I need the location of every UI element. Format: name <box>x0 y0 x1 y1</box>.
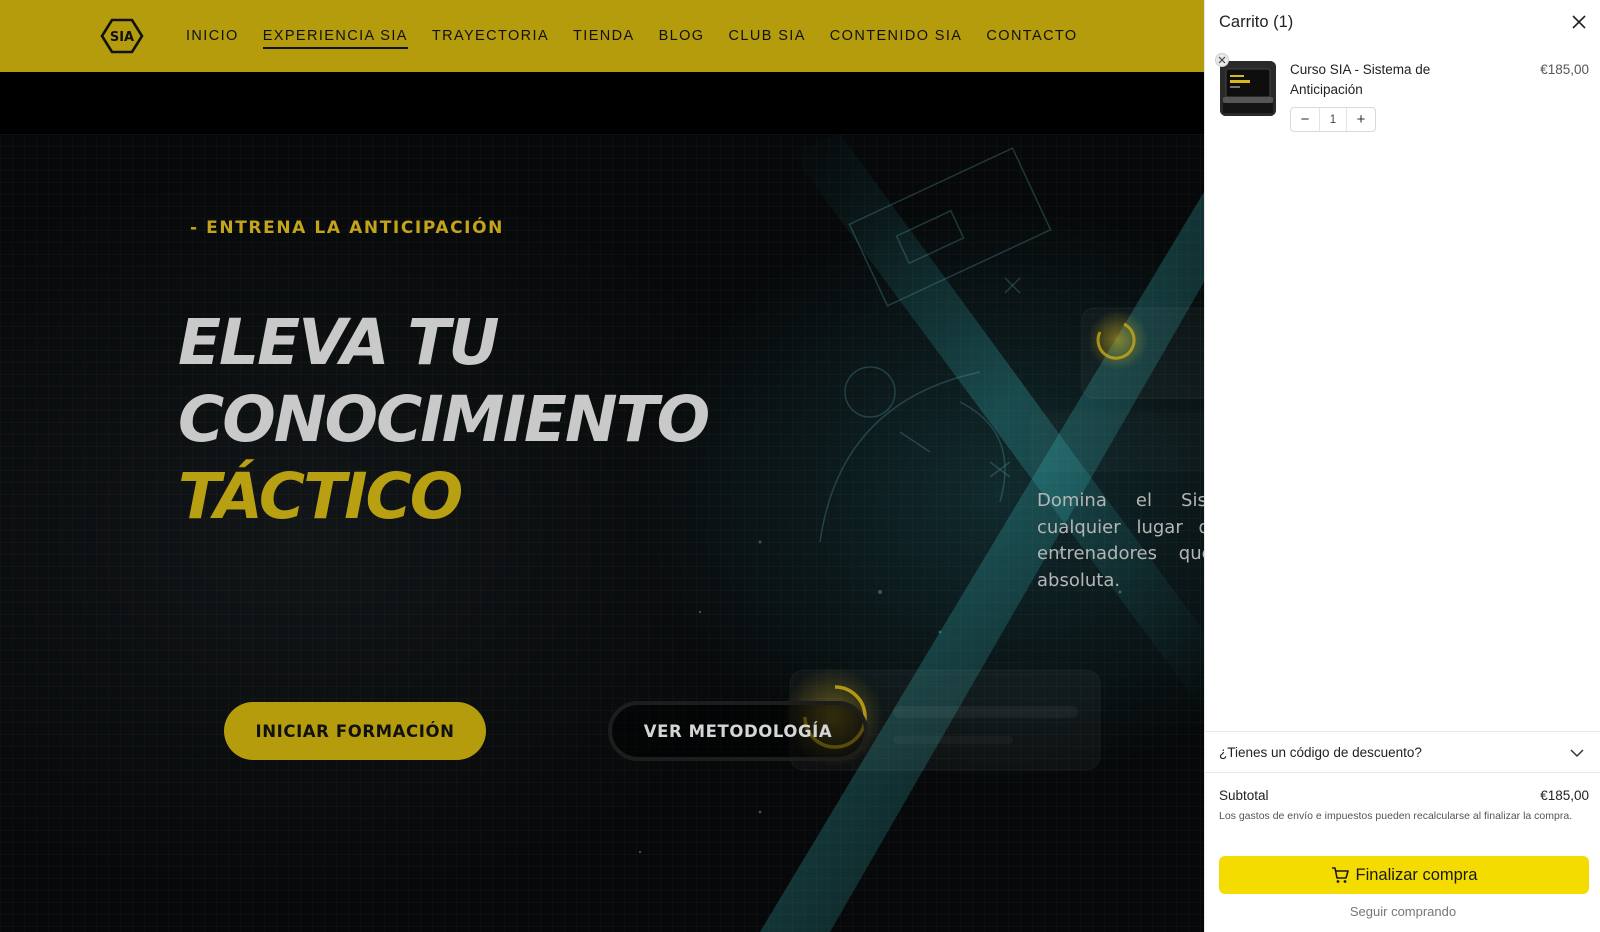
remove-x-icon <box>1218 56 1226 64</box>
cart-item-thumbnail <box>1220 61 1276 116</box>
nav-item-club-sia[interactable]: CLUB SIA <box>729 28 806 44</box>
increase-quantity-button[interactable]: + <box>1347 108 1375 131</box>
laptop-image <box>1220 61 1276 116</box>
remove-item-button[interactable] <box>1215 53 1229 67</box>
close-icon[interactable] <box>1569 12 1589 32</box>
quantity-stepper: − + <box>1290 107 1376 132</box>
cart-icon <box>1331 867 1349 883</box>
subtotal-value: €185,00 <box>1540 788 1589 803</box>
hero-description-clip: Domina el Sistema desde cualquier lugar … <box>1037 488 1227 594</box>
svg-text:SIA: SIA <box>110 30 134 45</box>
cart-item-name[interactable]: Curso SIA - Sistema de Anticipación <box>1290 60 1460 100</box>
nav-item-trayectoria[interactable]: TRAYECTORIA <box>432 28 549 44</box>
nav-item-blog[interactable]: BLOG <box>659 28 705 44</box>
decrease-quantity-button[interactable]: − <box>1291 108 1319 131</box>
nav-item-contenido-sia[interactable]: CONTENIDO SIA <box>830 28 963 44</box>
cart-title: Carrito (1) <box>1219 13 1294 31</box>
sia-logo[interactable]: SIA <box>100 18 144 54</box>
nav-item-inicio[interactable]: INICIO <box>186 28 239 44</box>
headline-line-1: ELEVA TU <box>178 306 500 379</box>
discount-code-toggle[interactable]: ¿Tienes un código de descuento? <box>1205 731 1600 773</box>
hero-headline: ELEVA TU CONOCIMIENTO TÁCTICO <box>178 304 710 535</box>
tax-note: Los gastos de envío e impuestos pueden r… <box>1219 810 1573 822</box>
checkout-button[interactable]: Finalizar compra <box>1219 856 1589 894</box>
hero-eyebrow: - ENTRENA LA ANTICIPACIÓN <box>190 218 504 238</box>
subtotal-label: Subtotal <box>1219 788 1269 803</box>
view-methodology-button[interactable]: VER METODOLOGÍA <box>608 701 868 761</box>
nav-item-experiencia-sia[interactable]: EXPERIENCIA SIA <box>262 28 408 49</box>
chevron-down-icon <box>1570 749 1584 758</box>
checkout-label: Finalizar compra <box>1355 865 1478 884</box>
discount-label: ¿Tienes un código de descuento? <box>1219 745 1422 760</box>
headline-line-3: TÁCTICO <box>178 460 463 533</box>
cart-item-price: €185,00 <box>1540 62 1589 77</box>
nav-item-contacto[interactable]: CONTACTO <box>986 28 1077 44</box>
continue-shopping-link[interactable]: Seguir comprando <box>1205 904 1600 919</box>
start-training-button[interactable]: INICIAR FORMACIÓN <box>224 702 486 760</box>
nav-item-tienda[interactable]: TIENDA <box>573 28 635 44</box>
headline-line-2: CONOCIMIENTO <box>178 383 710 456</box>
quantity-input[interactable] <box>1319 108 1347 131</box>
main-nav: INICIO EXPERIENCIA SIA TRAYECTORIA TIEND… <box>186 0 1102 72</box>
cart-drawer: Carrito (1) Curso SIA - Sistema de Antic… <box>1204 0 1600 932</box>
hero-description: Domina el Sistema desde cualquier lugar … <box>1037 490 1227 591</box>
